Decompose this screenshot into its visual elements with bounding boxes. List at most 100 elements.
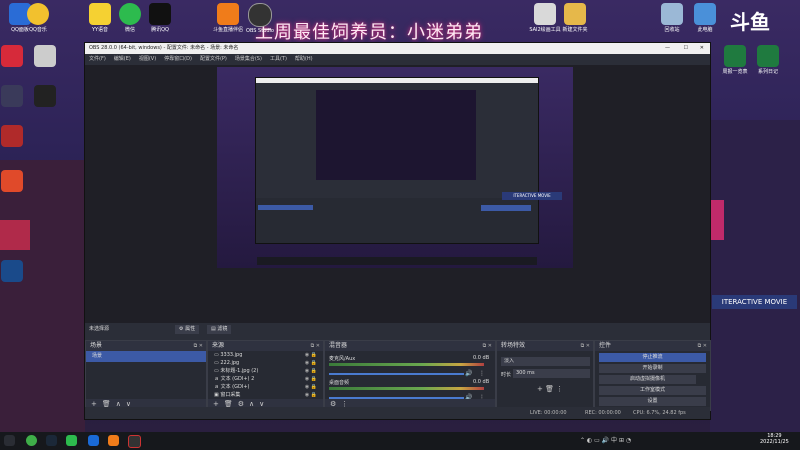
maximize-icon[interactable]: ☐ xyxy=(684,43,688,54)
transition-type: 淡入 xyxy=(504,358,515,364)
dock-controls-icon[interactable]: ⧉ ✕ xyxy=(483,341,492,351)
desktop-icon[interactable]: 此电脑 xyxy=(685,3,725,33)
preview-canvas[interactable]: ITERACTIVE MOVIE xyxy=(217,67,573,268)
rec-status: REC: 00:00:00 xyxy=(585,410,621,416)
wechat-icon[interactable] xyxy=(66,435,77,446)
source-item[interactable]: ▭ 222.jpg ◉ 🔒 xyxy=(208,359,323,367)
preview-taskbar xyxy=(257,257,537,265)
visibility-lock-icons[interactable]: ◉ 🔒 xyxy=(305,351,317,359)
douyu-icon xyxy=(217,3,239,25)
app-icon xyxy=(1,170,23,192)
tray-icons[interactable]: ⌃ ◐ ▭ 🔊 中 ⊞ ◔ xyxy=(580,435,631,444)
rabbit-icon xyxy=(1,85,23,107)
transition-buttons: + 🗑 ⋮ xyxy=(537,385,563,393)
source-item[interactable]: ａ 文本 (GDI+) ◉ 🔒 xyxy=(208,383,323,391)
recycle-bin-icon xyxy=(661,3,683,25)
studio-mode-button[interactable]: 工作室模式 xyxy=(599,386,706,395)
sai-icon xyxy=(534,3,556,25)
image-file-icon xyxy=(34,45,56,67)
more-icon[interactable]: ⋮ xyxy=(556,385,563,393)
desktop-icon[interactable]: 腾讯QQ xyxy=(140,3,180,33)
desktop-icon[interactable] xyxy=(0,125,32,148)
obs-taskbar-icon[interactable] xyxy=(128,435,141,448)
dock-controls-icon[interactable]: ⧉ ✕ xyxy=(311,341,320,351)
dock-controls-icon[interactable]: ⧉ ✕ xyxy=(581,341,590,351)
clock[interactable]: 18:29 2022/11/25 xyxy=(760,433,789,445)
yy-icon xyxy=(89,3,111,25)
dock-title: 来源 xyxy=(212,342,225,349)
settings-button[interactable]: 设置 xyxy=(599,397,706,406)
source-item[interactable]: ▭ 未标题-1.jpg (2) ◉ 🔒 xyxy=(208,367,323,375)
desktop-icon[interactable] xyxy=(25,85,65,108)
folder-icon xyxy=(564,3,586,25)
obs-menubar: 文件(F) 编辑(E) 视图(V) 停靠窗口(D) 配置文件(P) 场景集合(S) 工具(T… xyxy=(85,54,710,65)
taskbar-app-icon[interactable] xyxy=(26,435,37,446)
mic-meter xyxy=(329,363,484,366)
nested-obs-window xyxy=(255,77,539,244)
start-recording-button[interactable]: 开始录制 xyxy=(599,364,706,373)
desktop-icon[interactable]: 新建文件夹 xyxy=(555,3,595,33)
source-label: 未标题-1.jpg (2) xyxy=(220,368,259,374)
desktop-icon[interactable]: 系列日记 xyxy=(748,45,788,75)
desktop-icon[interactable] xyxy=(0,170,32,193)
neon-light xyxy=(710,200,724,240)
remove-icon[interactable]: 🗑 xyxy=(545,385,554,393)
visibility-lock-icons[interactable]: ◉ 🔒 xyxy=(305,383,317,391)
mic-volume-slider[interactable] xyxy=(329,373,464,375)
source-item[interactable]: ａ 文本 (GDI+) 2 ◉ 🔒 xyxy=(208,375,323,383)
start-icon[interactable] xyxy=(4,435,15,446)
live-status: LIVE: 00:00:00 xyxy=(530,410,567,416)
source-label: 文本 (GDI+) xyxy=(220,384,250,390)
menu-file[interactable]: 文件(F) xyxy=(85,54,110,65)
desktop-icon[interactable]: OBS Studio xyxy=(240,3,280,34)
source-item[interactable]: ▭ 3333.jpg ◉ 🔒 xyxy=(208,351,323,359)
duration-value: 300 ms xyxy=(516,370,535,376)
filters-label: 滤镜 xyxy=(217,326,228,332)
steam-icon[interactable] xyxy=(46,435,57,446)
menu-tools[interactable]: 工具(T) xyxy=(266,54,291,65)
visibility-lock-icons[interactable]: ◉ 🔒 xyxy=(305,359,317,367)
visibility-lock-icons[interactable]: ◉ 🔒 xyxy=(305,391,317,399)
nested-titlebar xyxy=(256,78,538,83)
properties-button[interactable]: ⚙ 属性 xyxy=(175,325,200,334)
menu-edit[interactable]: 编辑(E) xyxy=(110,54,135,65)
menu-profile[interactable]: 配置文件(P) xyxy=(196,54,231,65)
stop-streaming-button[interactable]: 停止推流 xyxy=(599,353,706,362)
virtual-camera-button[interactable]: 启动虚拟摄像机 xyxy=(599,375,696,384)
menu-view[interactable]: 视图(V) xyxy=(135,54,160,65)
speaker-icon[interactable]: 🔊 xyxy=(465,370,472,377)
menu-docks[interactable]: 停靠窗口(D) xyxy=(160,54,196,65)
source-item[interactable]: ▣ 窗口采集 ◉ 🔒 xyxy=(208,391,323,399)
desktop-icon[interactable]: QQ音乐 xyxy=(18,3,58,33)
menu-help[interactable]: 帮助(H) xyxy=(291,54,317,65)
douyu-logo: 斗鱼 xyxy=(730,10,770,34)
desktop-icon[interactable] xyxy=(25,45,65,68)
transitions-dock: 转场特效 ⧉ ✕ 淡入 时长 300 ms + 🗑 ⋮ xyxy=(496,340,594,411)
mixer-dock: 混音器 ⧉ ✕ 麦克风/Aux 0.0 dB 🔊 ⋮ 桌面音频 0.0 dB 🔊 … xyxy=(324,340,496,411)
dock-title: 混音器 xyxy=(329,342,348,349)
close-icon[interactable]: ✕ xyxy=(700,43,704,54)
duration-input[interactable]: 300 ms xyxy=(513,369,590,378)
more-icon[interactable]: ⋮ xyxy=(479,370,485,377)
douyu-icon[interactable] xyxy=(108,435,119,446)
obs-window: OBS 28.0.0 (64-bit, windows) - 配置文件: 未命名… xyxy=(84,42,711,420)
visibility-lock-icons[interactable]: ◉ 🔒 xyxy=(305,375,317,383)
menu-scene-collection[interactable]: 场景集合(S) xyxy=(231,54,266,65)
visibility-lock-icons[interactable]: ◉ 🔒 xyxy=(305,367,317,375)
nested-stop-button xyxy=(481,205,531,211)
transition-select[interactable]: 淡入 xyxy=(501,357,590,366)
qq-music-icon xyxy=(27,3,49,25)
app-icon xyxy=(1,125,23,147)
dock-controls-icon[interactable]: ⧉ ✕ xyxy=(698,341,707,351)
minimize-icon[interactable]: — xyxy=(665,43,670,54)
edge-icon[interactable] xyxy=(88,435,99,446)
scene-item[interactable]: 场景 xyxy=(86,351,206,362)
preview-area[interactable]: ITERACTIVE MOVIE xyxy=(85,65,710,323)
dock-controls-icon[interactable]: ⧉ ✕ xyxy=(194,341,203,351)
mic-channel-label: 麦克风/Aux xyxy=(329,356,356,362)
filters-button[interactable]: ▤ 滤镜 xyxy=(207,325,232,334)
obs-titlebar: OBS 28.0.0 (64-bit, windows) - 配置文件: 未命名… xyxy=(85,43,710,54)
nested-preview xyxy=(316,90,476,180)
desktop-icon[interactable] xyxy=(0,260,32,283)
add-icon[interactable]: + xyxy=(537,385,543,393)
